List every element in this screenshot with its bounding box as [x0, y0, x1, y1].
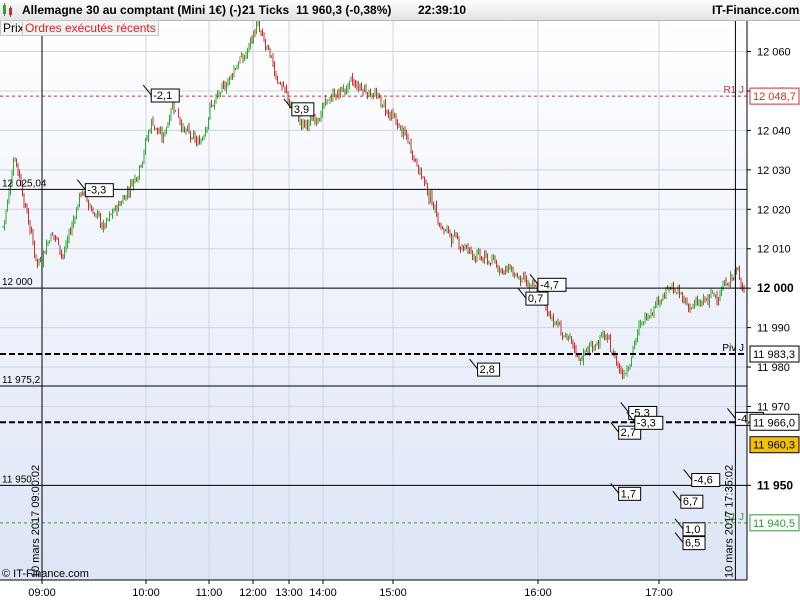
annotation-label: -4,6	[694, 475, 713, 487]
annotation-label: 3,9	[294, 104, 309, 116]
price-tick-label: 11 990	[757, 323, 790, 335]
tab-ordres-executes[interactable]: Ordres exécutés récents	[22, 20, 159, 36]
annotation-label: -3,3	[87, 185, 106, 197]
annotation-label: -4,7	[540, 279, 559, 291]
price-tag-label: 12 048,7	[753, 91, 796, 103]
annotation-label: -2,1	[153, 90, 172, 102]
time-tick-label: 11:00	[196, 587, 223, 599]
annotation-label: 2,8	[480, 364, 495, 376]
annotation-label: 2,7	[621, 427, 636, 439]
time-tick-label: 12:00	[239, 587, 267, 599]
price-tag-label: 11 960,3	[753, 440, 795, 452]
annotation-label: -3,3	[637, 417, 656, 429]
annotation-label: 6,7	[683, 496, 698, 508]
price-tick-label: 12 000	[757, 281, 794, 295]
price-tick-label: 11 970	[757, 401, 790, 413]
price-tick-label: 11 950	[757, 478, 793, 492]
price-tick-label: 12 020	[757, 204, 791, 216]
time-tick-label: 14:00	[309, 587, 337, 599]
title-bar: Allemagne 30 au comptant (Mini 1€) (-) 2…	[0, 0, 800, 21]
ticks-label: 21 Ticks	[242, 3, 290, 17]
level-label: 12 025,04	[2, 178, 47, 189]
time-tick-label: 15:00	[379, 587, 407, 599]
time-tick-label: 16:00	[524, 587, 552, 599]
chart-type-icon	[3, 3, 12, 17]
level-label: 11 975,2	[2, 375, 41, 386]
annotation-label: 1,7	[621, 488, 636, 500]
annotation-label: 6,5	[685, 538, 700, 550]
quote-time: 22:39:10	[418, 3, 467, 17]
time-tick-label: 10:00	[132, 587, 160, 599]
time-tick-label: 13:00	[275, 587, 303, 599]
price-tag-label: 11 983,3	[753, 349, 795, 361]
instrument-title: Allemagne 30 au comptant (Mini 1€) (-)	[22, 3, 242, 17]
price-tick-label: 11 980	[757, 362, 790, 374]
price-chart[interactable]: R1 J12 025,0412 000Piv J11 975,211 950S1…	[0, 0, 800, 600]
price-tick-label: 12 030	[757, 165, 791, 177]
time-marker-label: 10 mars 2017 09:00:02	[30, 465, 42, 578]
watermark: © IT-Finance.com	[2, 568, 89, 580]
annotation-label: 0,7	[528, 293, 543, 305]
price-tag-label: 11 940,5	[753, 518, 795, 530]
last-quote: 11 960,3 (-0,38%)	[296, 3, 392, 17]
time-tick-label: 09:00	[28, 587, 56, 599]
level-label: 12 000	[2, 277, 33, 288]
annotation-label: 1,0	[685, 524, 700, 536]
level-label: 11 950	[2, 474, 32, 485]
price-tick-label: 12 060	[757, 47, 791, 59]
price-tick-label: 12 010	[757, 244, 791, 256]
time-tick-label: 17:00	[645, 587, 673, 599]
price-tick-label: 12 040	[757, 125, 791, 137]
level-label: Piv J	[722, 343, 744, 354]
brand-label: IT-Finance.com	[712, 3, 800, 17]
time-marker-label: 10 mars 2017 17:35:02	[723, 465, 735, 578]
level-label: R1 J	[723, 85, 744, 96]
price-tag-label: 11 966,0	[753, 417, 795, 429]
